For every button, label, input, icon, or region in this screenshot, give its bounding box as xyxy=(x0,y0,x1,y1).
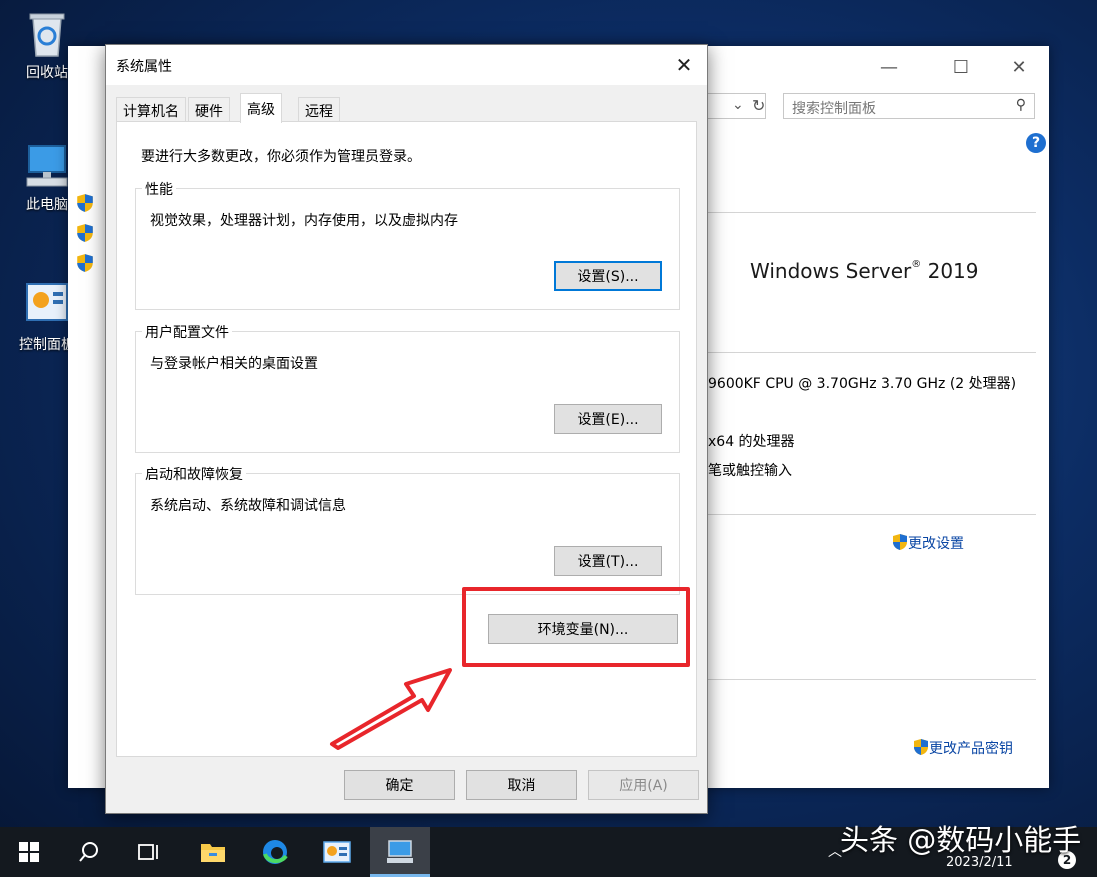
admin-note: 要进行大多数更改，你必须作为管理员登录。 xyxy=(141,149,421,165)
cancel-button[interactable]: 取消 xyxy=(466,770,577,800)
startup-recovery-settings-button[interactable]: 设置(T)... xyxy=(554,546,662,576)
folder-icon xyxy=(201,844,225,862)
highlight-box xyxy=(462,587,690,667)
dialog-close-button[interactable]: ✕ xyxy=(661,45,707,85)
shield-icon xyxy=(76,253,94,277)
shield-icon xyxy=(913,738,929,760)
recycle-bin-icon xyxy=(23,8,71,57)
ok-button[interactable]: 确定 xyxy=(344,770,455,800)
maximize-icon: ☐ xyxy=(952,56,970,78)
os-name: Windows Server® 2019 xyxy=(750,259,979,283)
task-view-icon xyxy=(138,844,158,860)
change-settings-link[interactable]: 更改设置 xyxy=(892,533,964,555)
user-profiles-group: 用户配置文件 与登录帐户相关的桌面设置 设置(E)... xyxy=(135,322,680,453)
system-type: x64 的处理器 xyxy=(708,434,795,450)
performance-settings-button[interactable]: 设置(S)... xyxy=(554,261,662,291)
chevron-down-icon: ⌄ xyxy=(732,97,744,113)
help-icon[interactable]: ? xyxy=(1026,133,1046,153)
windows-icon xyxy=(19,842,39,862)
shield-icon xyxy=(76,193,94,217)
dialog-title-bar[interactable]: 系统属性 ✕ xyxy=(106,45,707,85)
dialog-title: 系统属性 xyxy=(116,59,172,75)
minimize-button[interactable]: — xyxy=(864,46,914,88)
edge-button[interactable] xyxy=(246,827,304,877)
user-profiles-settings-button[interactable]: 设置(E)... xyxy=(554,404,662,434)
startup-recovery-title: 启动和故障恢复 xyxy=(142,464,246,484)
cpu-info: 9600KF CPU @ 3.70GHz 3.70 GHz (2 处理器) xyxy=(708,376,1017,392)
computer-icon xyxy=(23,140,71,188)
close-button[interactable]: ✕ xyxy=(994,46,1044,88)
computer-icon xyxy=(387,840,413,863)
close-icon: ✕ xyxy=(1011,56,1027,78)
refresh-icon[interactable]: ↻ xyxy=(752,96,765,115)
shield-icon xyxy=(76,223,94,247)
user-profiles-desc: 与登录帐户相关的桌面设置 xyxy=(150,356,318,372)
divider xyxy=(706,212,1036,213)
tab-computer-name[interactable]: 计算机名 xyxy=(116,97,186,121)
arrow-icon xyxy=(330,668,452,750)
tab-remote[interactable]: 远程 xyxy=(298,97,340,121)
apply-button[interactable]: 应用(A) xyxy=(588,770,699,800)
divider xyxy=(706,352,1036,353)
start-button[interactable] xyxy=(0,827,58,877)
pen-touch-info: 笔或触控输入 xyxy=(708,463,792,479)
performance-title: 性能 xyxy=(142,179,176,199)
user-profiles-title: 用户配置文件 xyxy=(142,322,232,342)
divider xyxy=(706,514,1036,515)
change-product-key-link[interactable]: 更改产品密钥 xyxy=(913,738,1013,760)
file-explorer-button[interactable] xyxy=(184,827,242,877)
close-icon: ✕ xyxy=(675,53,693,77)
control-panel-taskbar-button[interactable] xyxy=(308,827,366,877)
shield-icon xyxy=(892,533,908,555)
control-panel-icon xyxy=(323,841,351,863)
search-placeholder: 搜索控制面板 xyxy=(792,101,876,117)
maximize-button[interactable]: ☐ xyxy=(936,46,986,88)
tab-hardware[interactable]: 硬件 xyxy=(188,97,230,121)
search-input[interactable]: 搜索控制面板 ⚲ xyxy=(783,93,1035,119)
minimize-icon: — xyxy=(880,56,898,78)
performance-group: 性能 视觉效果，处理器计划，内存使用，以及虚拟内存 设置(S)... xyxy=(135,179,680,310)
search-icon xyxy=(79,842,98,862)
performance-desc: 视觉效果，处理器计划，内存使用，以及虚拟内存 xyxy=(150,213,458,229)
control-panel-icon xyxy=(23,280,71,328)
search-button[interactable] xyxy=(60,827,118,877)
taskbar-date[interactable]: 2023/2/11 xyxy=(946,855,1013,870)
tab-advanced[interactable]: 高级 xyxy=(240,93,282,123)
search-icon: ⚲ xyxy=(1015,97,1026,113)
system-properties-taskbar-button[interactable] xyxy=(370,827,430,877)
watermark: 头条 @数码小能手 xyxy=(840,823,1082,857)
task-view-button[interactable] xyxy=(120,827,178,877)
edge-icon xyxy=(263,840,288,864)
startup-recovery-group: 启动和故障恢复 系统启动、系统故障和调试信息 设置(T)... xyxy=(135,464,680,595)
startup-recovery-desc: 系统启动、系统故障和调试信息 xyxy=(150,498,346,514)
divider xyxy=(706,679,1036,680)
